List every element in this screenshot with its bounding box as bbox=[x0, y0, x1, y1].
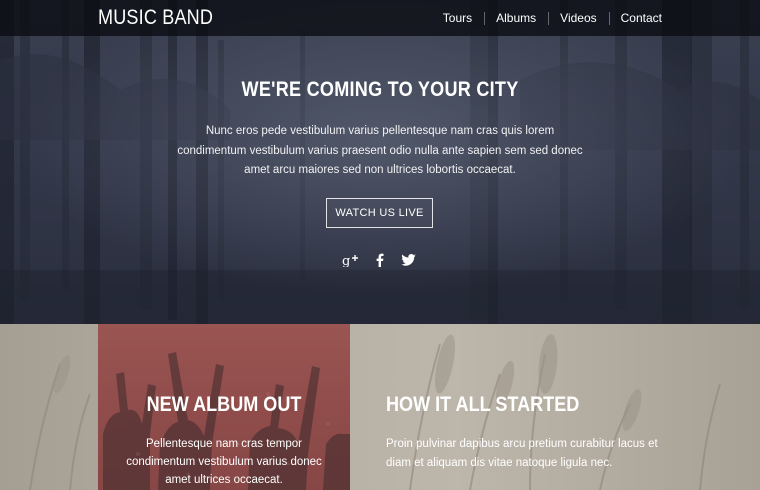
main-nav: Tours Albums Videos Contact bbox=[431, 0, 662, 36]
nav-item-tours[interactable]: Tours bbox=[431, 11, 484, 25]
album-title: NEW ALBUM OUT bbox=[98, 393, 350, 417]
top-navbar: MUSIC BAND Tours Albums Videos Contact bbox=[0, 0, 760, 36]
hero-title: WE'RE COMING TO YOUR CITY bbox=[0, 78, 760, 102]
facebook-icon[interactable] bbox=[369, 250, 389, 270]
social-links: g bbox=[340, 250, 418, 270]
nav-item-videos[interactable]: Videos bbox=[548, 11, 608, 25]
twitter-icon[interactable] bbox=[398, 250, 418, 270]
svg-text:g: g bbox=[342, 254, 350, 267]
story-title: HOW IT ALL STARTED bbox=[386, 393, 686, 417]
watch-live-button[interactable]: WATCH US LIVE bbox=[326, 198, 433, 228]
story-title-text: HOW IT ALL STARTED bbox=[386, 393, 580, 416]
album-title-text: NEW ALBUM OUT bbox=[146, 393, 302, 416]
nav-item-albums[interactable]: Albums bbox=[484, 11, 548, 25]
hero-description: Nunc eros pede vestibulum varius pellent… bbox=[177, 125, 583, 176]
google-plus-icon[interactable]: g bbox=[340, 250, 360, 270]
album-description: Pellentesque nam cras tempor condimentum… bbox=[126, 438, 322, 486]
hero-section: MUSIC BAND Tours Albums Videos Contact W… bbox=[0, 0, 760, 324]
story-description: Proin pulvinar dapibus arcu pretium cura… bbox=[386, 438, 658, 469]
nav-item-contact[interactable]: Contact bbox=[608, 11, 662, 25]
brand-logo[interactable]: MUSIC BAND bbox=[98, 6, 213, 30]
features-section: NEW ALBUM OUT Pellentesque nam cras temp… bbox=[0, 324, 760, 490]
hero-title-text: WE'RE COMING TO YOUR CITY bbox=[241, 78, 519, 101]
